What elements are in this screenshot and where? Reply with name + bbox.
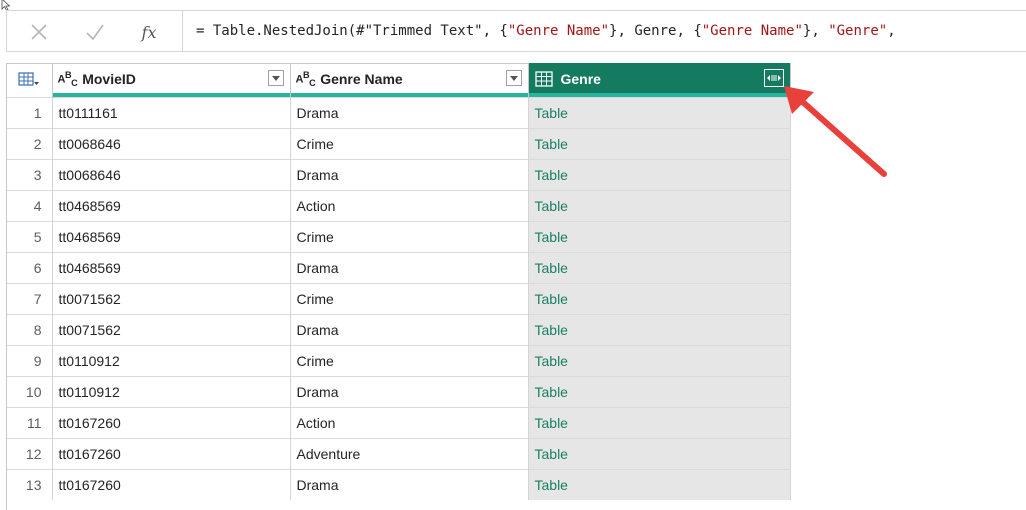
cell-genre-name[interactable]: Drama	[290, 159, 529, 191]
row-index[interactable]: 4	[7, 190, 53, 222]
column-header-label: Genre	[560, 70, 601, 87]
table-row[interactable]: 2 tt0068646 Crime Table	[7, 128, 791, 160]
cell-movie-id[interactable]: tt0468569	[52, 252, 291, 284]
cell-genre-name[interactable]: Crime	[290, 283, 529, 315]
table-row[interactable]: 12 tt0167260 Adventure Table	[7, 438, 791, 470]
cell-movie-id[interactable]: tt0468569	[52, 221, 291, 253]
table-row[interactable]: 9 tt0110912 Crime Table	[7, 345, 791, 377]
cell-genre-name[interactable]: Crime	[290, 345, 529, 377]
row-index[interactable]: 3	[7, 159, 53, 191]
row-index[interactable]: 7	[7, 283, 53, 315]
cell-movie-id[interactable]: tt0111161	[52, 97, 291, 129]
row-index[interactable]: 8	[7, 314, 53, 346]
cell-genre-table-link[interactable]: Table	[528, 283, 791, 315]
cell-genre-table-link[interactable]: Table	[528, 438, 791, 470]
table-row[interactable]: 5 tt0468569 Crime Table	[7, 221, 791, 253]
column-header-label: MovieID	[82, 70, 136, 87]
data-grid: ABC MovieID ABC Genre Name Genre 1 tt011…	[6, 63, 792, 510]
cell-genre-name[interactable]: Action	[290, 407, 529, 439]
cell-genre-table-link[interactable]: Table	[528, 314, 791, 346]
cell-genre-table-link[interactable]: Table	[528, 128, 791, 160]
cell-genre-name[interactable]: Adventure	[290, 438, 529, 470]
table-row[interactable]: 4 tt0468569 Action Table	[7, 190, 791, 222]
cell-movie-id[interactable]: tt0167260	[52, 469, 291, 500]
table-row[interactable]: 11 tt0167260 Action Table	[7, 407, 791, 439]
row-index[interactable]: 2	[7, 128, 53, 160]
cell-genre-table-link[interactable]: Table	[528, 345, 791, 377]
annotation-arrow-icon	[784, 86, 887, 177]
cell-genre-table-link[interactable]: Table	[528, 159, 791, 191]
table-icon	[18, 71, 40, 86]
table-row[interactable]: 13 tt0167260 Drama Table	[7, 469, 791, 500]
formula-input[interactable]: = Table.NestedJoin(#"Trimmed Text", {"Ge…	[182, 10, 1026, 52]
column-header-label: Genre Name	[320, 70, 403, 87]
cell-genre-table-link[interactable]: Table	[528, 407, 791, 439]
formula-bar: fx = Table.NestedJoin(#"Trimmed Text", {…	[6, 10, 1026, 52]
table-row[interactable]: 6 tt0468569 Drama Table	[7, 252, 791, 284]
cell-genre-table-link[interactable]: Table	[528, 190, 791, 222]
table-row[interactable]: 3 tt0068646 Drama Table	[7, 159, 791, 191]
cell-movie-id[interactable]: tt0071562	[52, 283, 291, 315]
table-row[interactable]: 8 tt0071562 Drama Table	[7, 314, 791, 346]
close-icon[interactable]	[27, 21, 51, 43]
cell-movie-id[interactable]: tt0110912	[52, 345, 291, 377]
cell-genre-table-link[interactable]: Table	[528, 376, 791, 408]
table-row[interactable]: 7 tt0071562 Crime Table	[7, 283, 791, 315]
fx-icon[interactable]: fx	[135, 21, 163, 43]
row-index[interactable]: 9	[7, 345, 53, 377]
formula-bar-controls: fx	[6, 10, 182, 52]
column-header-genre-name[interactable]: ABC Genre Name	[290, 63, 529, 93]
cell-genre-table-link[interactable]: Table	[528, 221, 791, 253]
cell-genre-table-link[interactable]: Table	[528, 252, 791, 284]
row-index[interactable]: 10	[7, 376, 53, 408]
cell-genre-name[interactable]: Action	[290, 190, 529, 222]
cell-movie-id[interactable]: tt0468569	[52, 190, 291, 222]
cell-movie-id[interactable]: tt0071562	[52, 314, 291, 346]
cell-genre-name[interactable]: Drama	[290, 469, 529, 500]
cell-movie-id[interactable]: tt0068646	[52, 128, 291, 160]
row-index[interactable]: 12	[7, 438, 53, 470]
row-index[interactable]: 6	[7, 252, 53, 284]
filter-dropdown-icon[interactable]	[267, 70, 284, 86]
cell-genre-table-link[interactable]: Table	[528, 469, 791, 500]
cell-genre-name[interactable]: Drama	[290, 314, 529, 346]
filter-dropdown-icon[interactable]	[505, 70, 522, 86]
table-type-icon[interactable]	[534, 70, 553, 87]
cell-genre-name[interactable]: Drama	[290, 252, 529, 284]
check-icon[interactable]	[83, 21, 107, 43]
column-header-movieid[interactable]: ABC MovieID	[52, 63, 291, 93]
column-header-genre[interactable]: Genre	[528, 63, 791, 93]
table-row[interactable]: 1 tt0111161 Drama Table	[7, 97, 791, 129]
table-menu-button[interactable]	[7, 63, 53, 93]
cell-movie-id[interactable]: tt0167260	[52, 407, 291, 439]
expand-column-icon[interactable]	[763, 69, 784, 87]
row-index[interactable]: 11	[7, 407, 53, 439]
table-row[interactable]: 10 tt0110912 Drama Table	[7, 376, 791, 408]
text-type-icon[interactable]: ABC	[58, 70, 78, 88]
cell-genre-name[interactable]: Drama	[290, 376, 529, 408]
row-index[interactable]: 5	[7, 221, 53, 253]
row-index[interactable]: 13	[7, 469, 53, 500]
cell-genre-name[interactable]: Drama	[290, 97, 529, 129]
cell-genre-name[interactable]: Crime	[290, 128, 529, 160]
text-type-icon[interactable]: ABC	[296, 70, 316, 88]
cell-movie-id[interactable]: tt0167260	[52, 438, 291, 470]
cell-genre-name[interactable]: Crime	[290, 221, 529, 253]
row-index[interactable]: 1	[7, 97, 53, 129]
cell-movie-id[interactable]: tt0110912	[52, 376, 291, 408]
cell-movie-id[interactable]: tt0068646	[52, 159, 291, 191]
cell-genre-table-link[interactable]: Table	[528, 97, 791, 129]
